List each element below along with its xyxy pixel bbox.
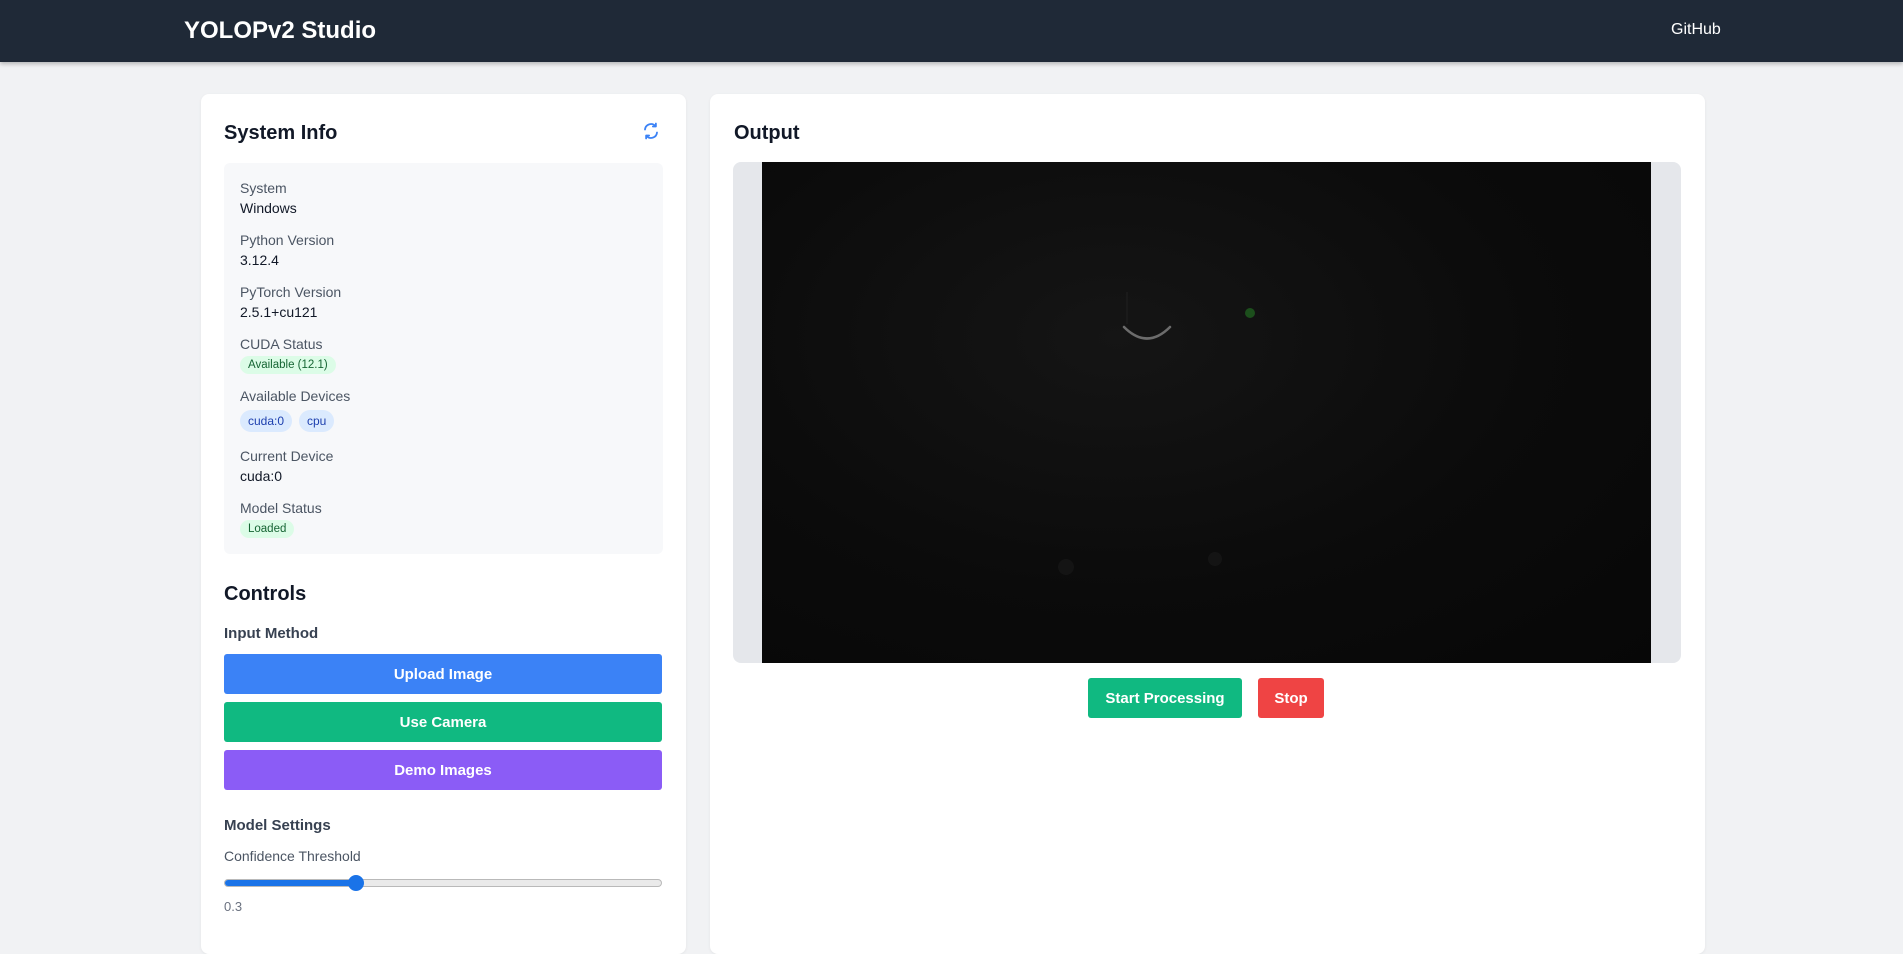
- system-label: System: [240, 180, 287, 196]
- output-panel: Output Start Processing Stop: [710, 94, 1705, 954]
- pytorch-version-label: PyTorch Version: [240, 284, 342, 300]
- controls-title: Controls: [224, 583, 307, 605]
- system-info-box: System Windows Python Version 3.12.4 PyT…: [224, 163, 663, 554]
- app-brand: YOLOPv2 Studio: [184, 17, 377, 44]
- input-method-label: Input Method: [224, 625, 319, 642]
- left-panel: System Info System Windows Python Versio…: [201, 94, 686, 954]
- refresh-icon[interactable]: [642, 122, 660, 140]
- top-navbar: YOLOPv2 Studio GitHub: [0, 0, 1903, 62]
- output-frame: [733, 162, 1681, 663]
- model-status-badge: Loaded: [240, 520, 295, 538]
- stop-button[interactable]: Stop: [1258, 678, 1324, 718]
- python-version-value: 3.12.4: [240, 252, 279, 268]
- start-processing-button[interactable]: Start Processing: [1088, 678, 1242, 718]
- confidence-slider-thumb[interactable]: [348, 875, 364, 891]
- available-devices-label: Available Devices: [240, 388, 351, 404]
- model-settings-label: Model Settings: [224, 817, 331, 834]
- confidence-value: 0.3: [224, 899, 243, 914]
- system-info-title: System Info: [224, 122, 338, 144]
- model-status-label: Model Status: [240, 500, 322, 516]
- cuda-status-badge: Available (12.1): [240, 356, 336, 374]
- confidence-slider[interactable]: [224, 875, 662, 891]
- python-version-label: Python Version: [240, 232, 335, 248]
- upload-image-button[interactable]: Upload Image: [224, 654, 662, 694]
- confidence-threshold-label: Confidence Threshold: [224, 848, 361, 864]
- confidence-slider-fill: [225, 880, 356, 886]
- demo-images-button[interactable]: Demo Images: [224, 750, 662, 790]
- use-camera-button[interactable]: Use Camera: [224, 702, 662, 742]
- current-device-value: cuda:0: [240, 468, 283, 484]
- camera-feed-image: [762, 162, 1651, 663]
- device-chip-cuda: cuda:0: [240, 410, 293, 432]
- device-chip-cpu: cpu: [299, 410, 335, 432]
- system-value: Windows: [240, 200, 297, 216]
- output-title: Output: [734, 122, 800, 144]
- feed-artifacts: [1058, 292, 1255, 575]
- current-device-label: Current Device: [240, 448, 334, 464]
- pytorch-version-value: 2.5.1+cu121: [240, 304, 318, 320]
- cuda-status-label: CUDA Status: [240, 336, 323, 352]
- github-link[interactable]: GitHub: [1671, 21, 1721, 39]
